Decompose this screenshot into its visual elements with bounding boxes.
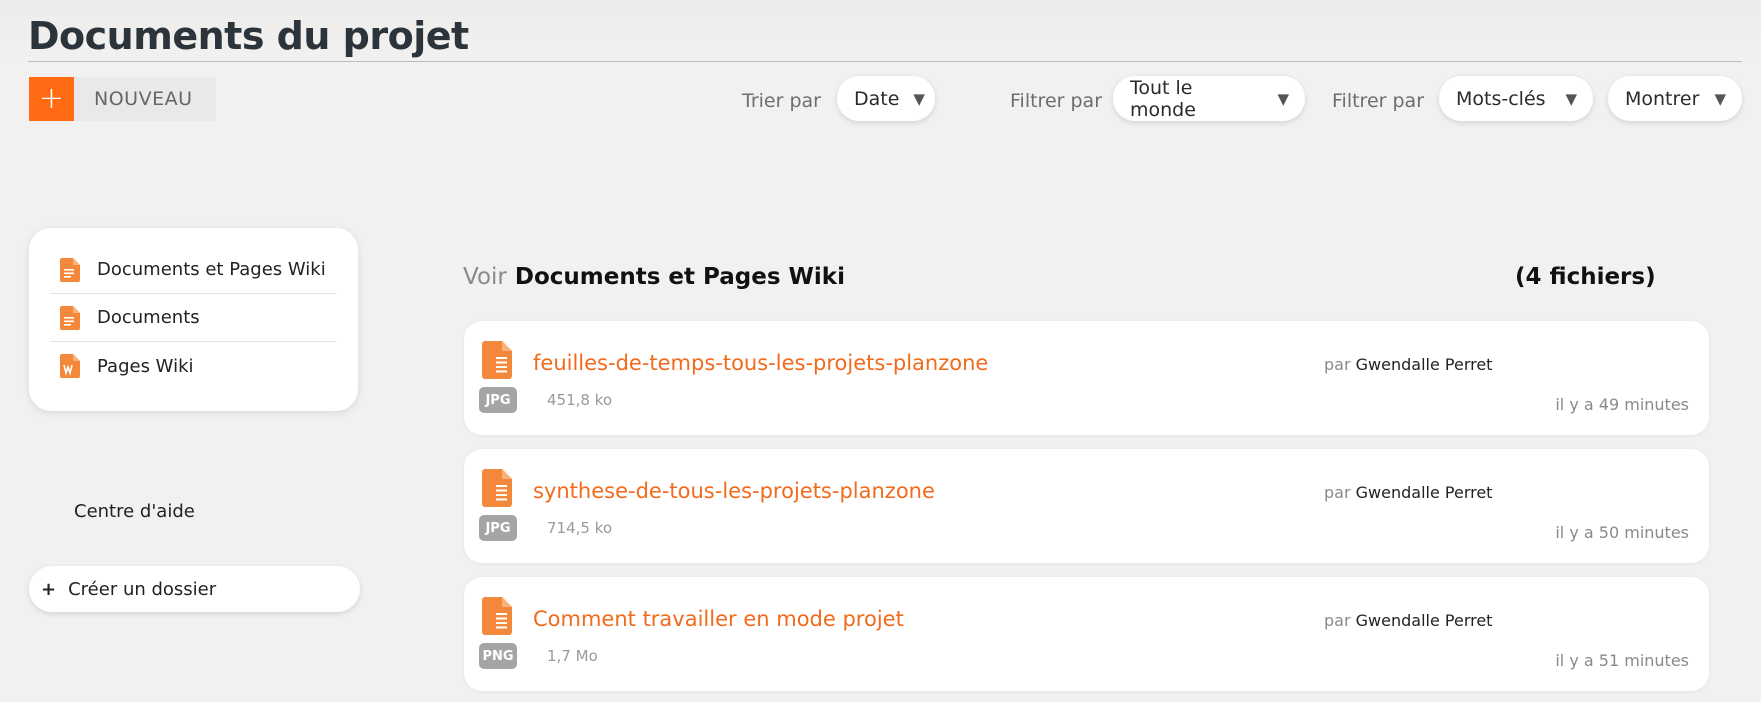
document-icon [482,341,512,379]
file-name-link[interactable]: feuilles-de-temps-tous-les-projets-planz… [533,351,988,375]
chevron-down-icon: ▼ [913,89,925,108]
filter-tags-dropdown[interactable]: Mots-clés ▼ [1439,76,1593,121]
document-icon [60,257,80,282]
file-author: par Gwendalle Perret [1324,355,1492,374]
sidebar-item-label: Documents et Pages Wiki [97,259,326,280]
filter-people-value: Tout le monde [1130,76,1196,121]
show-value: Montrer [1625,87,1700,110]
filter-tags-value: Mots-clés [1456,87,1546,110]
file-timestamp: il y a 50 minutes [1555,523,1689,542]
filter-label-tags: Filtrer par [1332,90,1425,112]
title-divider [28,61,1742,62]
create-folder-button[interactable]: + Créer un dossier [29,566,360,612]
author-name[interactable]: Gwendalle Perret [1356,355,1493,374]
filter-people-dropdown[interactable]: Tout le monde ▼ [1113,76,1305,121]
author-name[interactable]: Gwendalle Perret [1356,611,1493,630]
file-count: (4 fichiers) [1515,264,1656,290]
author-prefix: par [1324,355,1351,374]
help-center-link[interactable]: Centre d'aide [74,501,195,522]
document-icon [482,469,512,507]
plus-icon: + [41,578,57,600]
filter-label-people: Filtrer par [1010,90,1103,112]
file-size: 451,8 ko [547,391,613,409]
author-prefix: par [1324,483,1351,502]
file-type-badge: JPG [479,387,517,413]
sidebar-item-label: Pages Wiki [97,355,194,377]
sort-dropdown[interactable]: Date ▼ [837,76,935,121]
show-dropdown[interactable]: Montrer ▼ [1608,76,1742,121]
file-name-link[interactable]: Comment travailler en mode projet [533,607,904,631]
sort-label: Trier par [742,90,821,112]
new-button[interactable]: + NOUVEAU [29,77,217,121]
sidebar-item-wiki-pages[interactable]: Pages Wiki [50,342,337,390]
author-prefix: par [1324,611,1351,630]
create-folder-label: Créer un dossier [68,578,217,600]
file-type-badge: JPG [479,515,517,541]
file-row[interactable]: Comment travailler en mode projet PNG 1,… [464,577,1709,691]
page-title: Documents du projet [28,14,469,58]
plus-icon: + [29,77,74,121]
author-name[interactable]: Gwendalle Perret [1356,483,1493,502]
chevron-down-icon: ▼ [1277,89,1289,108]
section-title: Voir Documents et Pages Wiki [463,264,845,290]
file-size: 1,7 Mo [547,647,598,665]
file-name-link[interactable]: synthese-de-tous-les-projets-planzone [533,479,935,503]
section-prefix: Voir [463,264,507,290]
file-type-badge: PNG [479,643,517,669]
chevron-down-icon: ▼ [1714,89,1726,108]
chevron-down-icon: ▼ [1565,89,1577,108]
file-author: par Gwendalle Perret [1324,483,1492,502]
file-size: 714,5 ko [547,519,613,537]
file-author: par Gwendalle Perret [1324,611,1492,630]
sidebar-nav: Documents et Pages Wiki Documents Pages … [29,228,358,411]
sidebar-item-label: Documents [97,307,200,328]
document-icon [482,597,512,635]
file-row[interactable]: feuilles-de-temps-tous-les-projets-planz… [464,321,1709,435]
sidebar-item-documents-and-wiki[interactable]: Documents et Pages Wiki [50,246,337,294]
file-timestamp: il y a 51 minutes [1555,651,1689,670]
sort-value: Date [854,87,900,110]
new-button-label: NOUVEAU [94,88,193,110]
file-timestamp: il y a 49 minutes [1555,395,1689,414]
file-row[interactable]: synthese-de-tous-les-projets-planzone JP… [464,449,1709,563]
document-icon [60,305,80,330]
wiki-page-icon [60,354,80,378]
sidebar-item-documents[interactable]: Documents [50,294,337,342]
section-name: Documents et Pages Wiki [514,264,845,290]
